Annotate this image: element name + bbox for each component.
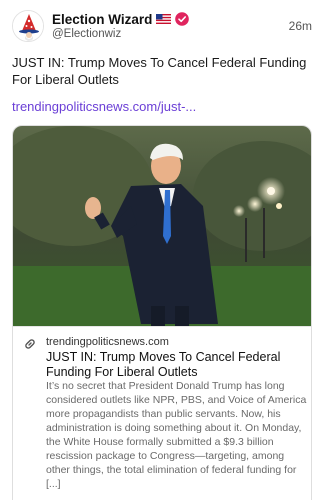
card-title[interactable]: JUST IN: Trump Moves To Cancel Federal F… <box>46 350 304 380</box>
post-timestamp[interactable]: 26m <box>289 19 312 33</box>
post-container[interactable]: Election Wizard @Electionwiz 26m JUST IN… <box>0 0 324 500</box>
author-avatar[interactable] <box>12 10 44 42</box>
wizard-avatar-icon <box>13 11 43 41</box>
post-text: JUST IN: Trump Moves To Cancel Federal F… <box>12 55 307 87</box>
us-flag-icon <box>156 14 172 24</box>
card-image[interactable] <box>13 126 311 326</box>
author-handle[interactable]: @Electionwiz <box>52 28 121 40</box>
card-description: It’s no secret that President Donald Tru… <box>46 380 307 490</box>
card-domain: trendingpoliticsnews.com <box>46 336 169 348</box>
post-link[interactable]: trendingpoliticsnews.com/just-... <box>12 98 312 115</box>
author-name-row: Election Wizard <box>52 10 190 28</box>
card-divider <box>13 326 311 327</box>
link-icon <box>23 337 37 351</box>
link-preview-card[interactable]: trendingpoliticsnews.com JUST IN: Trump … <box>12 125 312 500</box>
verified-badge-icon <box>175 12 190 26</box>
author-display-name[interactable]: Election Wizard <box>52 12 152 27</box>
